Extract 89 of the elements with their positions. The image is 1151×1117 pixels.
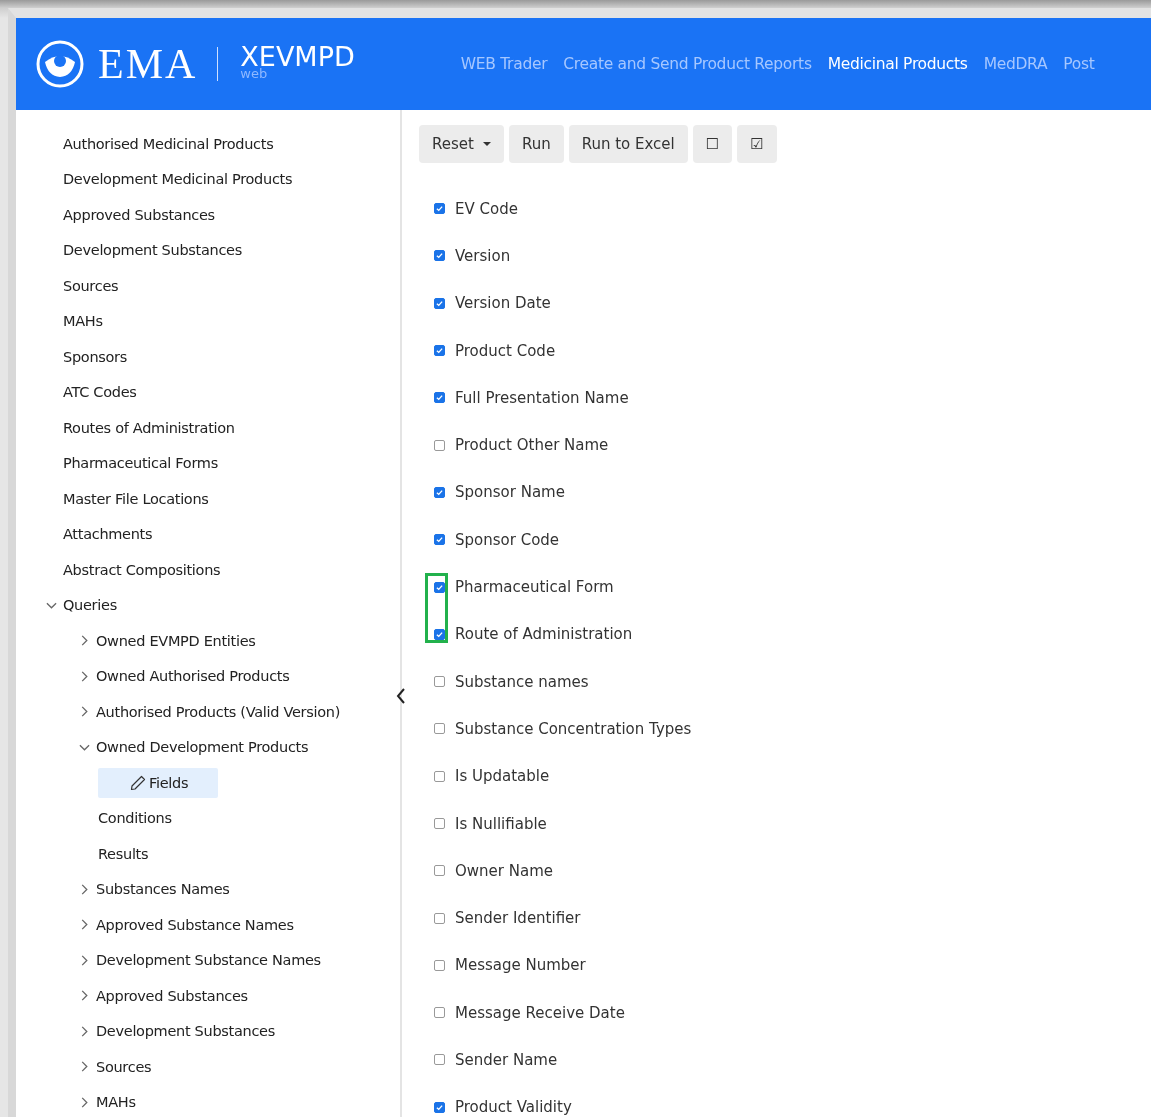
checkbox[interactable] [434,392,445,404]
tree-item[interactable]: MAHs [96,1090,136,1115]
field-label: Product Validity [455,1098,572,1117]
tree-item[interactable]: Authorised Products (Valid Version) [96,699,341,724]
tree-item[interactable]: Development Substance Names [96,948,321,973]
field-label: Is Updatable [455,767,550,786]
nav-link[interactable]: Medicinal Products [827,55,968,73]
field-label: Message Receive Date [455,1003,625,1022]
checkbox[interactable] [434,203,445,215]
field-label: Version [455,246,511,265]
checkbox[interactable] [434,534,445,546]
field-label: Sponsor Code [455,530,560,549]
chevron-right-icon[interactable] [79,990,90,1002]
chevron-right-icon[interactable] [79,883,90,895]
tree-item[interactable]: Pharmaceutical Forms [63,451,218,476]
field-label: EV Code [455,199,518,218]
field-label: Substance Concentration Types [455,719,692,738]
tree-item[interactable]: Owned Authorised Products [96,664,290,689]
field-label: Is Nullifiable [455,814,547,833]
caret-icon [482,142,491,146]
chevron-right-icon[interactable] [79,1025,90,1037]
dropdown-button[interactable]: Reset [419,125,504,163]
toolbar-button[interactable]: Run [508,125,564,163]
chevron-right-icon[interactable] [79,954,90,966]
tree-item[interactable]: Owned Development Products [96,735,309,760]
tree-item[interactable]: Conditions [98,806,172,831]
tree-item[interactable]: Fields [98,767,219,798]
collapse-sidebar-icon[interactable] [396,688,406,704]
field-label: Message Number [455,956,586,975]
field-label: Sponsor Name [455,483,565,502]
checkbox[interactable] [434,486,445,498]
field-label: Product Other Name [455,436,609,455]
checkbox[interactable] [434,959,445,971]
tree-item[interactable]: Development Substances [63,238,242,263]
tree-item[interactable]: Owned EVMPD Entities [96,628,256,653]
eye-logo-icon [36,40,84,88]
checkbox[interactable] [434,628,445,640]
checkbox[interactable] [434,865,445,877]
chevron-right-icon[interactable] [79,1096,90,1108]
tree-item[interactable]: Abstract Compositions [63,557,221,582]
tree-item[interactable]: Development Substances [96,1019,275,1044]
tree-item[interactable]: Attachments [63,522,153,547]
toolbar-button[interactable]: ☑ [737,125,777,163]
tree-item[interactable]: Sources [96,1054,152,1079]
checkbox[interactable] [434,250,445,262]
field-label: Pharmaceutical Form [455,578,614,596]
tree-item[interactable]: Routes of Administration [63,415,235,440]
field-label: Full Presentation Name [455,388,629,407]
checkbox[interactable] [434,1007,445,1019]
chevron-right-icon[interactable] [79,670,90,682]
field-label: Owner Name [455,861,553,880]
logo-text: EMA [98,40,198,88]
field-label: Sender Identifier [455,909,581,928]
pencil-icon [130,774,146,791]
field-label: Product Code [455,341,556,360]
chevron-right-icon[interactable] [79,706,90,718]
field-label: Sender Name [455,1051,558,1069]
checkbox[interactable] [434,723,445,735]
tree-item[interactable]: Substances Names [96,877,230,902]
tree-item[interactable]: Sponsors [63,344,127,369]
tree-item[interactable]: Development Medicinal Products [63,167,293,192]
tree-item[interactable]: ATC Codes [63,380,137,405]
tree-item[interactable]: MAHs [63,309,103,334]
checkbox[interactable] [434,770,445,782]
toolbar-button[interactable]: ☐ [692,125,733,163]
checkbox[interactable] [434,581,445,593]
tree-item[interactable]: Sources [63,273,119,298]
tree-item[interactable]: Approved Substances [63,202,215,227]
checkbox[interactable] [434,912,445,924]
checkbox[interactable] [434,439,445,451]
checkbox[interactable] [434,1054,445,1066]
tree-item[interactable]: Results [98,841,149,866]
tree-item[interactable]: Approved Substance Names [96,912,294,937]
checkbox[interactable] [434,1101,445,1113]
tree-item[interactable]: Queries [63,593,117,618]
chevron-right-icon[interactable] [79,635,90,647]
checkbox[interactable] [434,818,445,829]
checkbox[interactable] [434,676,445,688]
checkbox[interactable] [434,297,445,309]
checkbox[interactable] [434,345,445,357]
tree-item[interactable]: Approved Substances [96,983,248,1008]
chevron-right-icon[interactable] [79,919,90,931]
field-label: Substance names [455,672,589,691]
chevron-right-icon[interactable] [79,1061,90,1073]
field-label: Version Date [455,294,551,313]
tree-item[interactable]: Authorised Medicinal Products [63,131,274,156]
toolbar-button[interactable]: Run to Excel [568,125,688,163]
tree-item[interactable]: Master File Locations [63,486,209,511]
field-label: Route of Administration [455,625,633,644]
